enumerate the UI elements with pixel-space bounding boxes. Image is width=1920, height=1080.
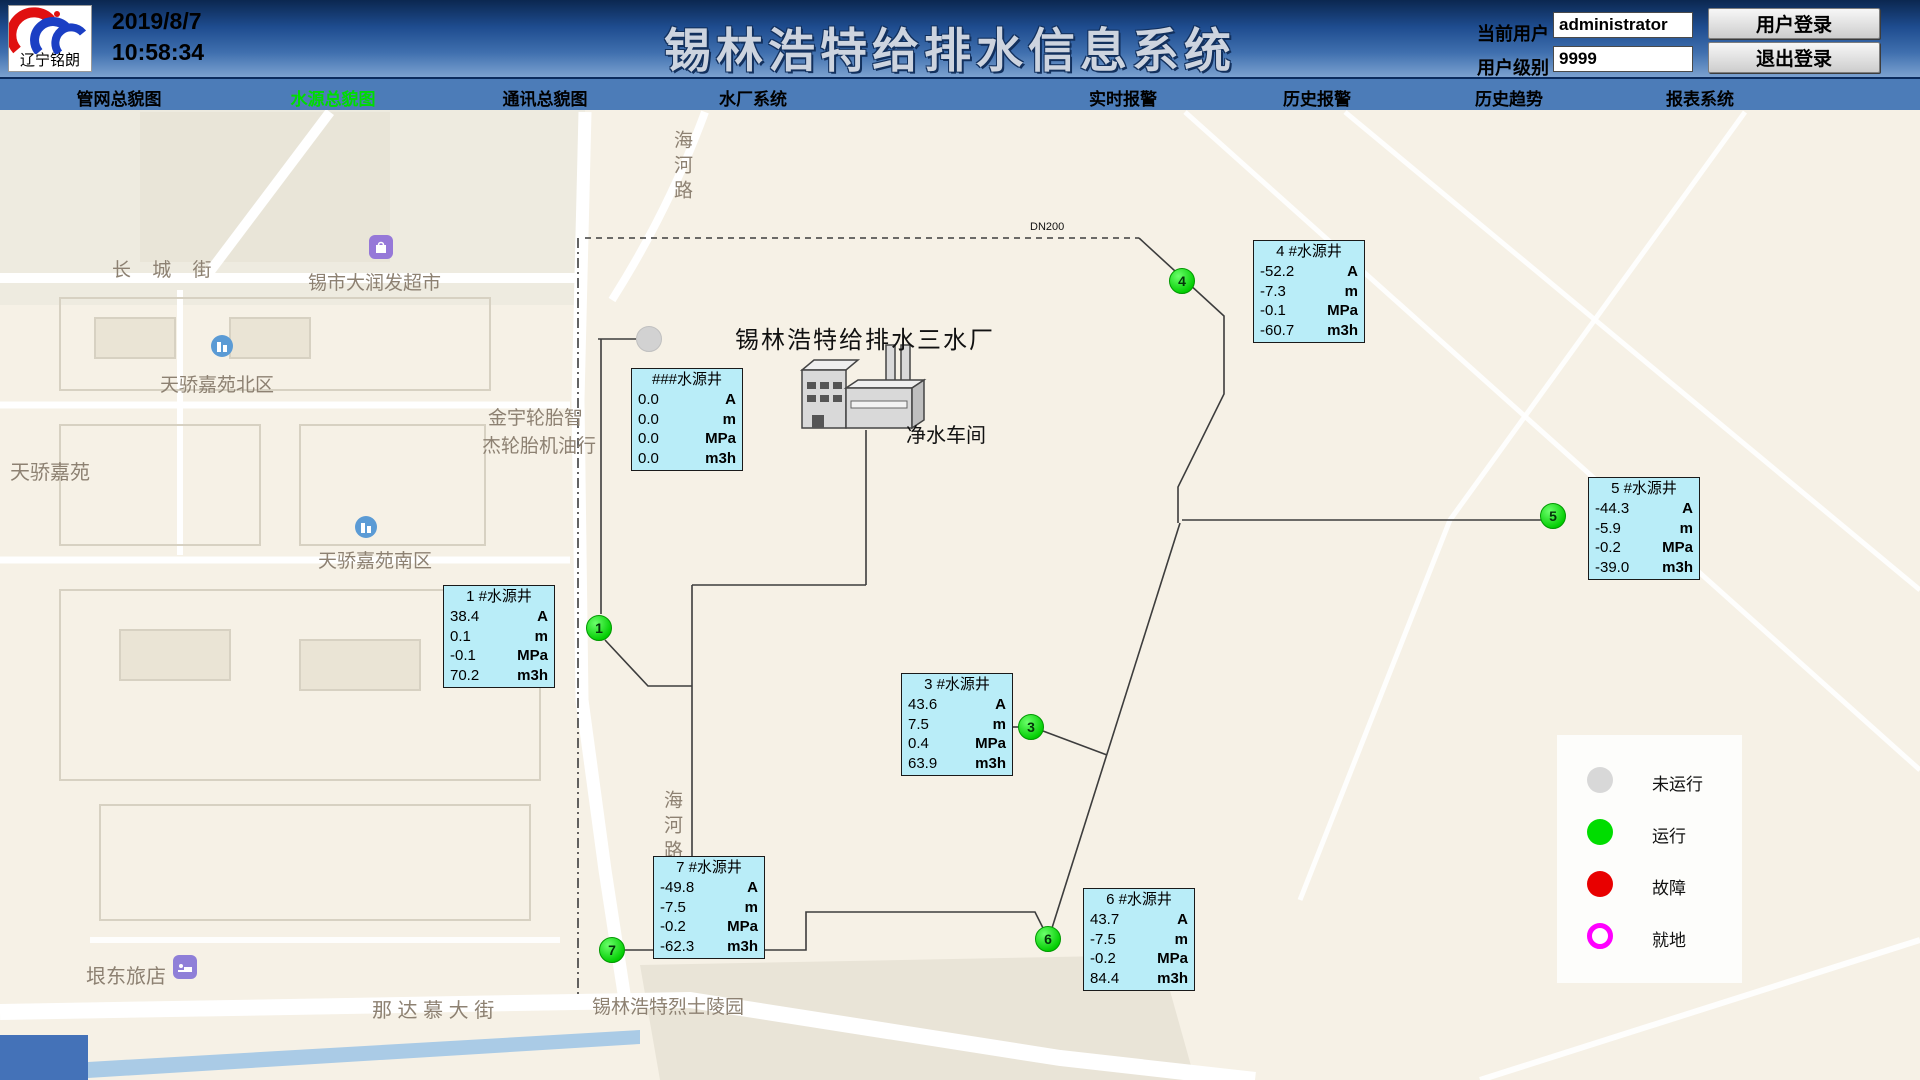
well-marker-7[interactable]: 7	[599, 937, 625, 963]
hotel-bed-icon	[173, 955, 197, 979]
page-title: 锡林浩特给排水信息系统	[664, 12, 1236, 81]
factory-icon	[802, 345, 924, 428]
legend-running-label: 运行	[1652, 822, 1686, 847]
scada-water-system-page: 辽宁铭朗 2019/8/7 10:58:34 锡林浩特给排水信息系统 当前用户 …	[0, 0, 1920, 1080]
legend-fault-icon	[1587, 871, 1613, 897]
well-data-box-5: 5 #水源井 -44.3A -5.9m -0.2MPa -39.0m3h	[1588, 477, 1700, 580]
well-data-box-4: 4 #水源井 -52.2A -7.3m -0.1MPa -60.7m3h	[1253, 240, 1365, 343]
nav-report-system[interactable]: 报表系统	[1666, 85, 1734, 110]
plant-title: 锡林浩特给排水三水厂	[735, 320, 995, 355]
nav-realtime-alarm[interactable]: 实时报警	[1089, 85, 1157, 110]
poi-tianjiao-north-label: 天骄嘉苑北区	[160, 370, 274, 397]
time-text: 10:58:34	[112, 37, 204, 68]
street-nadamu: 那 达 慕 大 街	[372, 994, 494, 1023]
poi-tianjiao-south-label: 天骄嘉苑南区	[318, 546, 432, 573]
company-logo: 辽宁铭朗	[8, 5, 92, 72]
well-data-box-7: 7 #水源井 -49.8A -7.5m -0.2MPa -62.3m3h	[653, 856, 765, 959]
user-level-input[interactable]	[1553, 46, 1693, 72]
nav-pipe-network-overview[interactable]: 管网总貌图	[77, 85, 162, 110]
street-changcheng: 长 城 街	[112, 255, 220, 282]
well-data-box-6: 6 #水源井 43.7A -7.5m -0.2MPa 84.4m3h	[1083, 888, 1195, 991]
nav-history-alarm[interactable]: 历史报警	[1283, 85, 1351, 110]
well-marker-1[interactable]: 1	[586, 615, 612, 641]
logo-text: 辽宁铭朗	[9, 49, 91, 70]
legend-running-icon	[1587, 819, 1613, 845]
nav-comm-overview[interactable]: 通讯总貌图	[503, 85, 588, 110]
well-data-box-unassigned: ###水源井 0.0A 0.0m 0.0MPa 0.0m3h	[631, 368, 743, 471]
datetime-display: 2019/8/7 10:58:34	[112, 6, 204, 68]
map-district-tint	[0, 110, 585, 305]
well-marker-6[interactable]: 6	[1035, 926, 1061, 952]
poi-tire-shop-label-1: 金宇轮胎智	[488, 403, 583, 430]
legend-local-label: 就地	[1652, 926, 1686, 951]
current-user-input[interactable]	[1553, 12, 1693, 38]
supermarket-icon	[369, 235, 393, 259]
poi-tire-shop-label-2: 杰轮胎机油行	[482, 431, 596, 458]
workshop-label: 净水车间	[906, 419, 986, 448]
well-marker-3[interactable]: 3	[1018, 714, 1044, 740]
date-text: 2019/8/7	[112, 6, 204, 37]
poi-tianjiao-label: 天骄嘉苑	[10, 456, 90, 485]
well-data-box-3: 3 #水源井 43.6A 7.5m 0.4MPa 63.9m3h	[901, 673, 1013, 776]
logout-button[interactable]: 退出登录	[1708, 42, 1880, 73]
nav-water-source-overview[interactable]: 水源总貌图	[291, 85, 376, 110]
poi-martyrs-cemetery-label: 锡林浩特烈士陵园	[592, 992, 744, 1019]
login-button[interactable]: 用户登录	[1708, 8, 1880, 39]
legend-not-running-label: 未运行	[1652, 770, 1703, 795]
pipe-well3-branch	[1043, 731, 1107, 755]
residential-south-icon	[355, 516, 377, 538]
river	[88, 1030, 640, 1078]
water-body	[0, 1035, 88, 1080]
street-haihe-north: 海河路	[668, 130, 695, 205]
well-marker-4[interactable]: 4	[1169, 268, 1195, 294]
pipe-diameter-label: DN200	[1030, 221, 1064, 233]
nav-plant-system[interactable]: 水厂系统	[719, 85, 787, 110]
well-marker-5[interactable]: 5	[1540, 503, 1566, 529]
legend-fault-label: 故障	[1652, 874, 1686, 899]
nav-history-trend[interactable]: 历史趋势	[1475, 85, 1543, 110]
well-data-box-1: 1 #水源井 38.4A 0.1m -0.1MPa 70.2m3h	[443, 585, 555, 688]
poi-hotel-label: 垠东旅店	[86, 960, 166, 989]
residential-north-icon	[211, 335, 233, 357]
well-marker-unassigned[interactable]	[636, 326, 662, 352]
pipe-to-well6	[1052, 523, 1180, 928]
poi-supermarket-label: 锡市大润发超市	[308, 268, 441, 295]
current-user-label: 当前用户	[1477, 20, 1549, 46]
legend-not-running-icon	[1587, 767, 1613, 793]
header-bar: 辽宁铭朗 2019/8/7 10:58:34 锡林浩特给排水信息系统 当前用户 …	[0, 0, 1920, 77]
street-haihe-south: 海河路	[658, 790, 685, 865]
status-legend: 未运行 运行 故障 就地	[1557, 735, 1742, 983]
legend-local-icon	[1587, 923, 1613, 949]
logo-swoosh-icon	[9, 6, 91, 54]
main-nav: 管网总貌图 水源总貌图 通讯总貌图 水厂系统 实时报警 历史报警 历史趋势 报表…	[0, 77, 1920, 110]
